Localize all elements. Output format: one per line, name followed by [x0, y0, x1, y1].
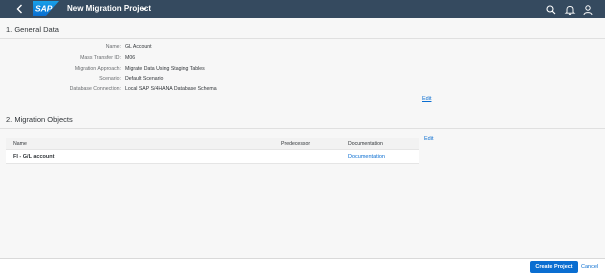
- migration-objects-header: 2. Migration Objects: [0, 114, 605, 129]
- field-database-connection: Database Connection: Local SAP S/4HANA D…: [0, 84, 605, 94]
- column-header-name[interactable]: Name: [13, 138, 27, 150]
- object-name: FI - G/L account: [13, 154, 55, 160]
- search-icon[interactable]: [545, 3, 557, 15]
- field-migration-approach: Migration Approach: Migrate Data Using S…: [0, 64, 605, 74]
- general-data-header: 1. General Data: [0, 24, 605, 39]
- field-label: Scenario:: [99, 76, 121, 82]
- field-scenario: Scenario: Default Scenario: [0, 74, 605, 84]
- field-label: Name:: [105, 44, 121, 50]
- footer-toolbar: Create Project Cancel: [0, 258, 605, 276]
- column-header-predecessor[interactable]: Predecessor: [281, 138, 310, 150]
- field-label: Database Connection:: [69, 86, 121, 92]
- documentation-link[interactable]: Documentation: [348, 150, 385, 164]
- cancel-button[interactable]: Cancel: [581, 261, 605, 273]
- title-dropdown-icon[interactable]: [140, 3, 148, 15]
- divider: [0, 38, 605, 39]
- edit-migration-objects-link[interactable]: Edit: [424, 135, 433, 143]
- migration-objects-title: 2. Migration Objects: [6, 115, 73, 124]
- general-data-title: 1. General Data: [6, 25, 59, 34]
- table-row[interactable]: FI - G/L account Documentation: [6, 150, 419, 164]
- back-icon[interactable]: [13, 3, 27, 15]
- bell-icon[interactable]: [564, 3, 576, 15]
- edit-general-data-link[interactable]: Edit: [422, 95, 431, 103]
- divider: [0, 128, 605, 129]
- create-project-button[interactable]: Create Project: [530, 261, 578, 273]
- migration-objects-table: Name Predecessor Documentation FI - G/L …: [6, 138, 419, 164]
- field-value: Local SAP S/4HANA Database Schema: [125, 86, 217, 92]
- field-mass-transfer-id: Mass Transfer ID: M06: [0, 53, 605, 63]
- sap-logo: SAP: [33, 1, 59, 16]
- field-value: Migrate Data Using Staging Tables: [125, 66, 205, 72]
- field-value: GL Account: [125, 44, 152, 50]
- column-header-documentation[interactable]: Documentation: [348, 138, 383, 150]
- field-value: M06: [125, 55, 136, 61]
- user-icon[interactable]: [582, 3, 594, 16]
- field-name: Name: GL Account: [0, 42, 605, 52]
- table-header: Name Predecessor Documentation: [6, 138, 419, 150]
- field-label: Migration Approach:: [74, 66, 121, 72]
- app-title[interactable]: New Migration Project: [67, 3, 151, 15]
- field-label: Mass Transfer ID:: [80, 55, 121, 61]
- field-value: Default Scenario: [125, 76, 164, 82]
- sap-logo-text: SAP: [35, 4, 53, 14]
- shell-bar: SAP New Migration Project: [0, 0, 605, 18]
